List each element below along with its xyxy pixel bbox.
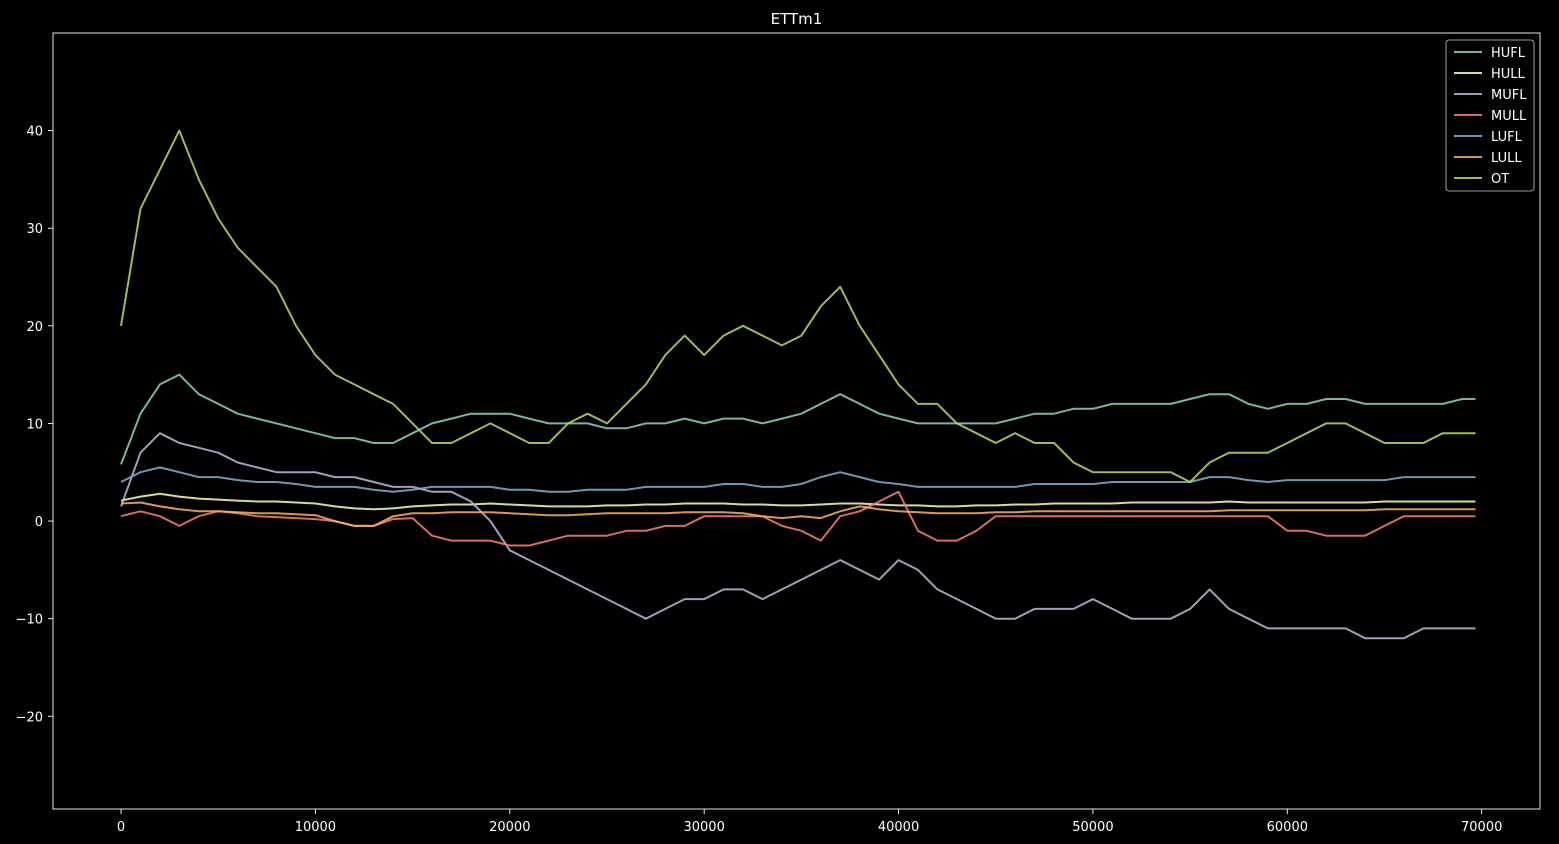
y-tick-label: −10 <box>16 613 43 628</box>
x-tick-label: 40000 <box>878 820 919 835</box>
y-tick-label: 10 <box>26 417 43 432</box>
x-tick-label: 30000 <box>683 820 724 835</box>
y-tick-label: 20 <box>26 320 43 335</box>
y-tick-label: 0 <box>35 515 43 530</box>
legend-label-lull: LULL <box>1491 151 1522 166</box>
legend-label-mull: MULL <box>1491 109 1527 124</box>
y-tick-label: 40 <box>26 125 43 140</box>
legend-label-mufl: MUFL <box>1491 88 1527 103</box>
x-tick-label: 10000 <box>295 820 336 835</box>
legend-label-ot: OT <box>1491 172 1509 187</box>
x-tick-label: 20000 <box>489 820 530 835</box>
legend: HUFL HULL MUFL MULL LUFL LULL OT <box>1445 39 1535 192</box>
figure-background <box>0 0 1559 844</box>
y-tick-label: 30 <box>26 222 43 237</box>
legend-label-hufl: HUFL <box>1491 46 1526 61</box>
x-tick-label: 70000 <box>1461 820 1502 835</box>
chart-svg: ETTm1 0 10000 20000 30000 40000 50000 60000 700… <box>0 0 1559 844</box>
legend-label-lufl: LUFL <box>1491 130 1523 145</box>
legend-label-hull: HULL <box>1491 67 1526 82</box>
x-tick-label: 60000 <box>1267 820 1308 835</box>
x-tick-label: 50000 <box>1072 820 1113 835</box>
y-tick-label: −20 <box>16 710 43 725</box>
x-tick-label: 0 <box>117 820 125 835</box>
chart-title: ETTm1 <box>771 10 823 28</box>
